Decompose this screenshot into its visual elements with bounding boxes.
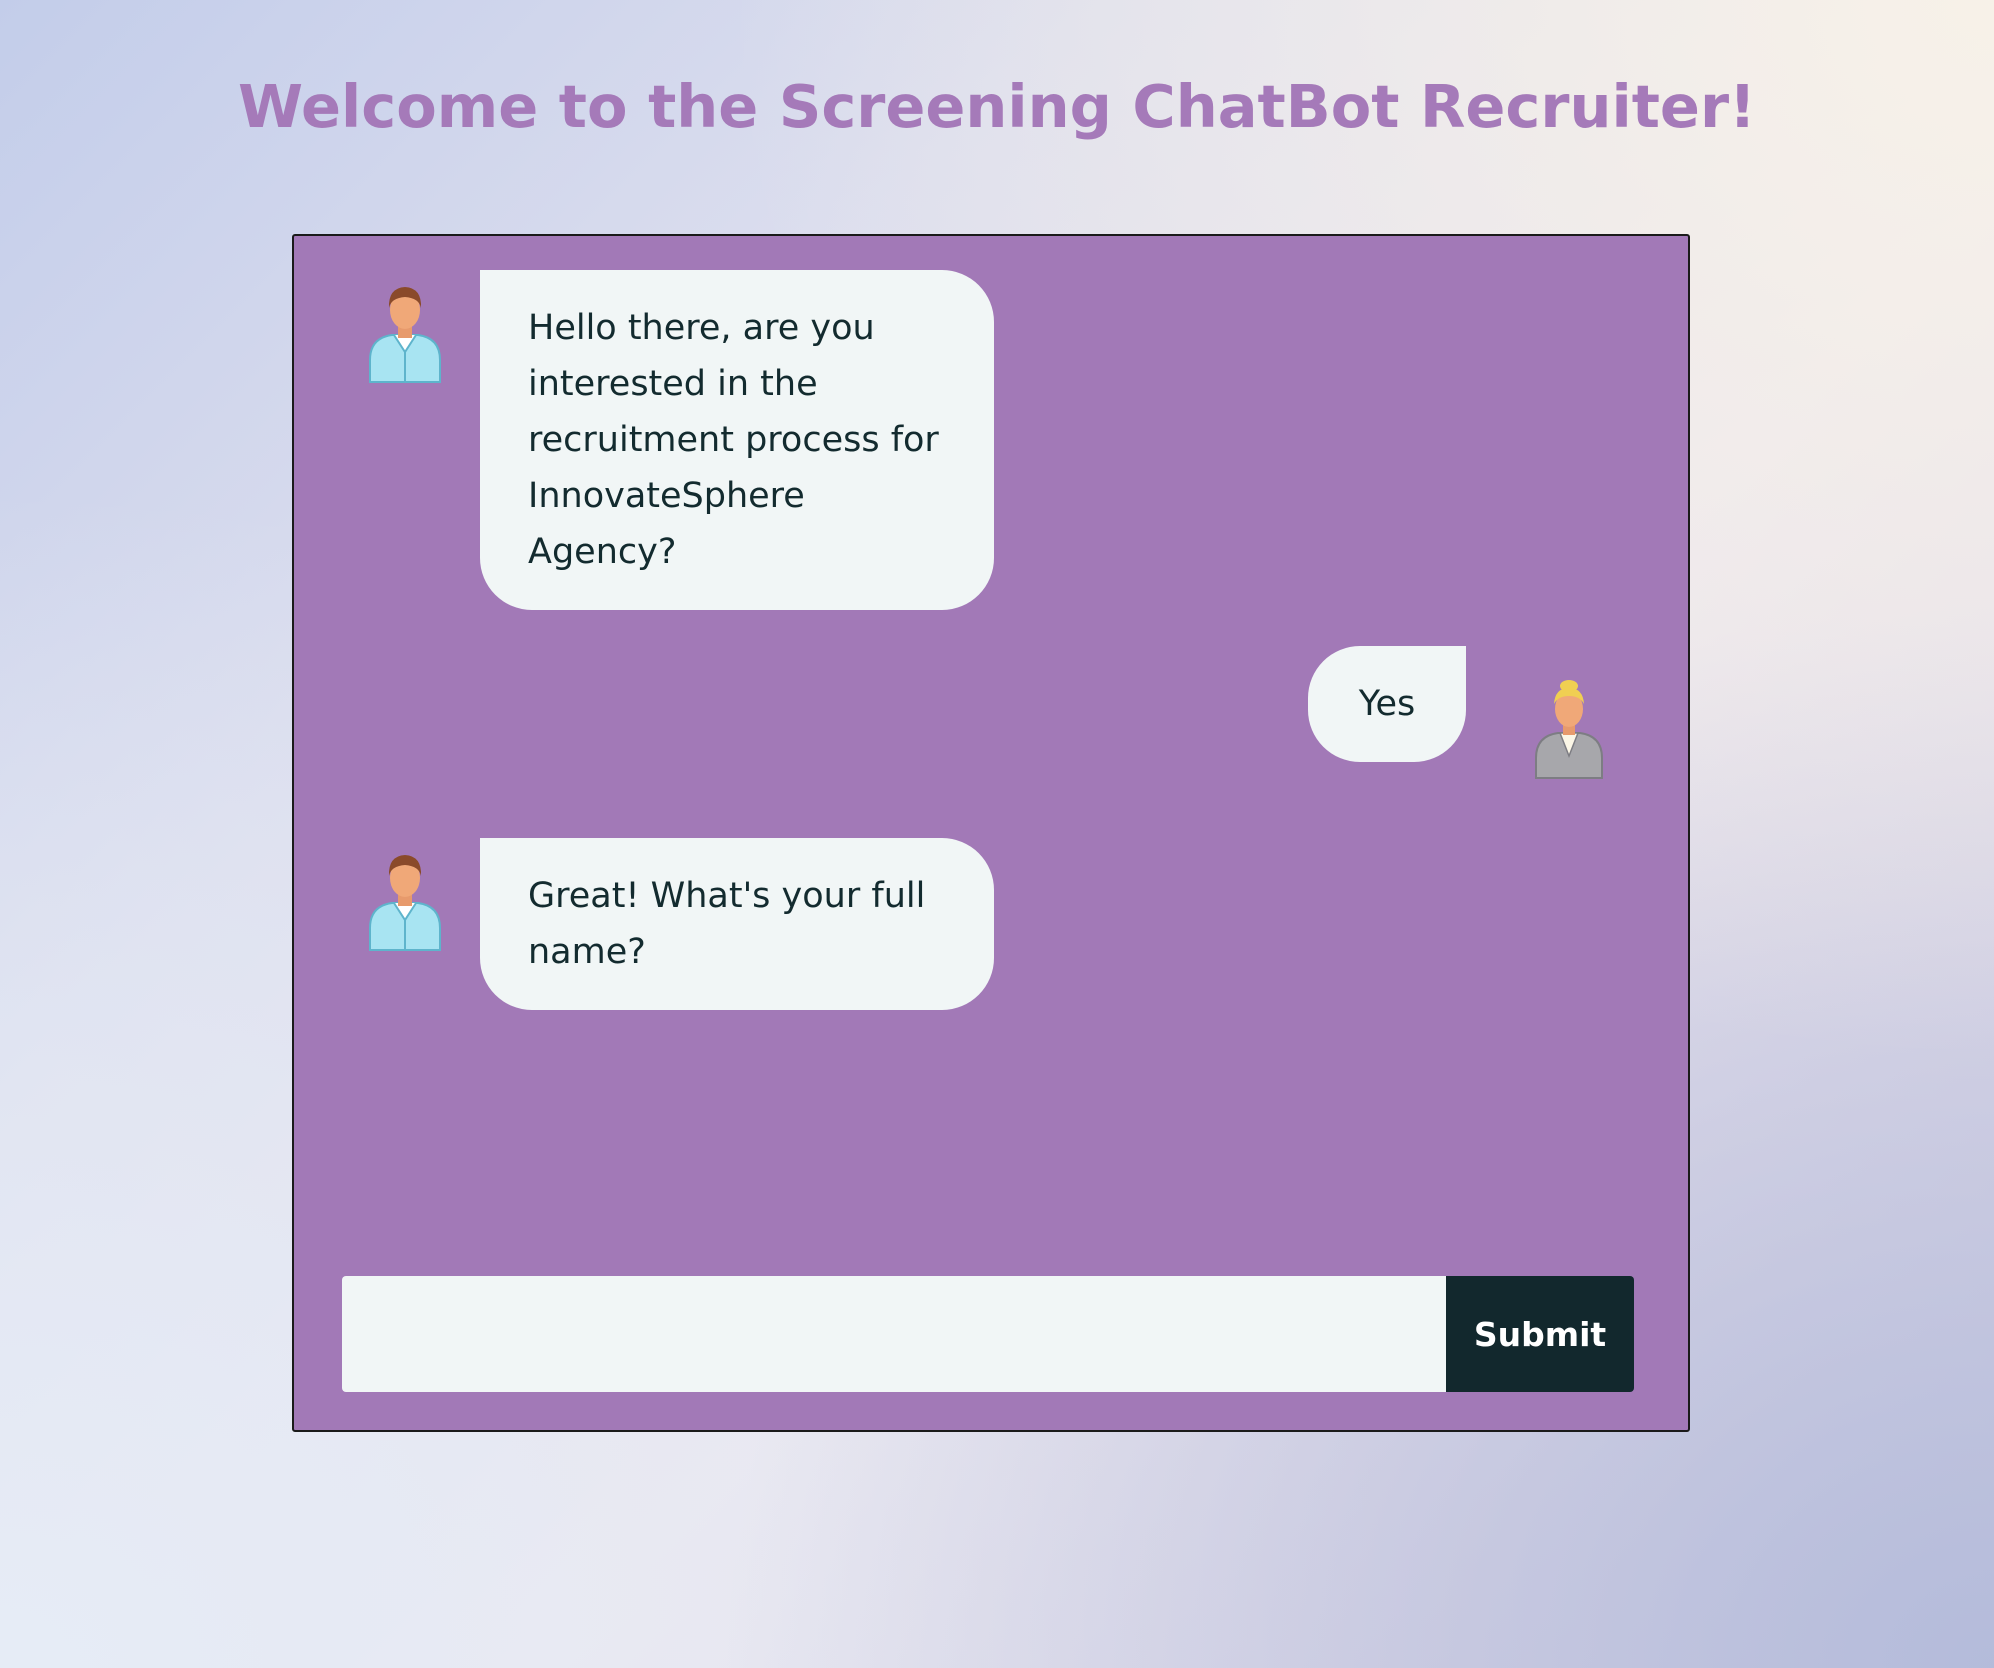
bot-message-text: Great! What's your full name? xyxy=(528,876,926,972)
male-recruiter-avatar-icon xyxy=(364,278,446,384)
message-composer: Submit xyxy=(342,1276,1634,1392)
female-candidate-avatar-icon xyxy=(1528,674,1610,780)
message-input[interactable] xyxy=(342,1276,1446,1392)
male-recruiter-avatar-icon xyxy=(364,846,446,952)
user-message-bubble: Yes xyxy=(1308,646,1466,762)
bot-message-bubble: Hello there, are you interested in the r… xyxy=(480,270,994,610)
user-message-text: Yes xyxy=(1358,684,1416,724)
page-title: Welcome to the Screening ChatBot Recruit… xyxy=(238,72,1756,141)
chat-window: Hello there, are you interested in the r… xyxy=(292,234,1690,1432)
bot-message-text: Hello there, are you interested in the r… xyxy=(528,308,939,572)
submit-button[interactable]: Submit xyxy=(1446,1276,1634,1392)
bot-message-bubble: Great! What's your full name? xyxy=(480,838,994,1010)
